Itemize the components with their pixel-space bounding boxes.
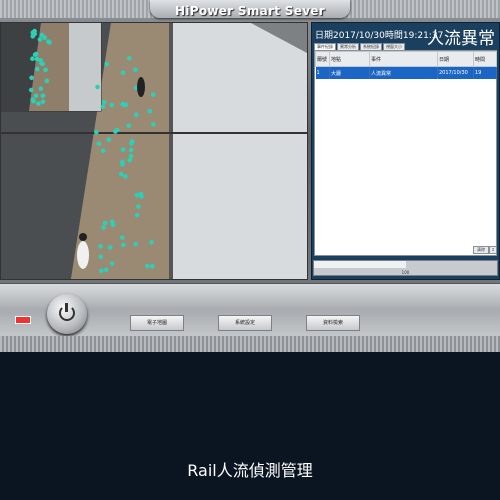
app-window: HiPower Smart Sever 日期2017/10/30時間19:21:…: [0, 0, 500, 352]
detection-dot: [30, 34, 36, 39]
detection-dot: [123, 174, 128, 179]
detection-dot: [40, 93, 46, 99]
minimize-icon[interactable]: [15, 316, 31, 324]
detection-dot: [32, 28, 37, 34]
cell-event: 人流異常: [369, 66, 438, 79]
detection-dot: [96, 141, 102, 146]
table-row[interactable]: 1 大廳 人流異常 2017/10/30 19: [315, 66, 497, 79]
detection-dot: [46, 39, 51, 44]
detection-dot: [98, 254, 104, 260]
event-table: 爾號 地點 事件 日期 時間 1 大廳 人流異常 2017/10/30 19 清…: [314, 50, 497, 256]
table-header: 爾號 地點 事件 日期 時間: [315, 51, 497, 67]
detection-dot: [40, 61, 45, 67]
detection-dot: [109, 102, 115, 108]
map-button[interactable]: 電子地圖: [130, 315, 184, 331]
panel-header: 日期2017/10/30時間19:21:37 人流異常: [312, 23, 499, 49]
detection-dot: [33, 93, 39, 99]
detection-dot: [100, 148, 106, 153]
detection-dot: [43, 67, 48, 73]
detection-dot: [42, 35, 47, 40]
bottom-strip: [0, 336, 500, 352]
power-icon: [59, 303, 75, 321]
progress-fill: [314, 261, 406, 268]
detection-dot: [128, 153, 134, 159]
col-header-time: 時間: [473, 51, 497, 67]
detection-dot: [102, 220, 108, 226]
detection-dot: [109, 261, 115, 266]
detection-dot: [108, 245, 113, 250]
detection-dot: [37, 37, 43, 42]
detection-dot: [28, 87, 34, 93]
detection-dot: [129, 139, 135, 144]
detection-dot: [133, 67, 138, 73]
datetime-label: 日期2017/10/30時間19:21:37: [315, 31, 444, 41]
settings-button[interactable]: 系統設定: [218, 315, 272, 331]
detection-dot: [30, 56, 35, 61]
detection-dot: [44, 78, 50, 84]
col-header-date: 日期: [437, 51, 474, 67]
detection-dot: [109, 219, 115, 224]
data-search-button[interactable]: 資料檢索: [306, 315, 360, 331]
progress-label: 100: [401, 270, 410, 275]
clear-button[interactable]: 清除: [473, 246, 489, 254]
detection-dot: [99, 268, 104, 274]
resize-handle[interactable]: ↕: [489, 246, 497, 254]
detection-dot: [121, 102, 127, 108]
col-header-location: 地點: [329, 51, 370, 67]
detection-dot: [31, 98, 36, 104]
detection-dot: [145, 263, 150, 269]
detection-dot: [133, 242, 138, 247]
detection-dot: [151, 92, 156, 97]
detection-dot: [118, 171, 124, 177]
detection-dot: [29, 75, 34, 81]
detection-dot: [94, 129, 99, 135]
progress-bar: 100: [313, 260, 498, 276]
detection-dot: [40, 99, 46, 104]
title-plate: HiPower Smart Sever: [150, 0, 350, 18]
detection-dot: [95, 84, 100, 90]
detection-dot: [134, 212, 140, 218]
camera-view: [0, 22, 308, 280]
detection-dot: [34, 66, 40, 72]
camera-feed: [1, 23, 307, 279]
detection-dot: [38, 86, 44, 91]
detection-dot: [120, 147, 126, 152]
cell-id: 1: [315, 66, 330, 79]
detection-dot: [151, 122, 156, 127]
detection-dot: [106, 137, 112, 142]
detection-dot: [134, 112, 139, 118]
detection-dot: [103, 267, 109, 273]
detection-dot: [36, 101, 41, 106]
cell-time: 19: [473, 66, 497, 79]
detection-dot: [149, 240, 154, 245]
detection-dot: [120, 159, 125, 165]
alarm-title: 人流異常: [427, 29, 495, 49]
cell-location: 大廳: [329, 66, 370, 79]
detection-dot: [32, 52, 38, 57]
detection-dot: [100, 104, 106, 109]
detection-dot: [136, 204, 141, 209]
window-title: HiPower Smart Sever: [175, 4, 325, 18]
detection-dot: [121, 242, 126, 248]
detection-dot: [127, 157, 132, 163]
detection-dot: [98, 244, 103, 249]
detection-dot: [147, 108, 153, 114]
power-button[interactable]: [47, 294, 87, 334]
detection-dot: [101, 100, 107, 105]
detection-dot: [101, 225, 106, 230]
detection-dot: [120, 70, 126, 76]
detection-dot: [104, 61, 109, 67]
caption: Rail人流偵測管理: [187, 461, 313, 480]
detection-dot: [126, 123, 132, 128]
event-panel: 日期2017/10/30時間19:21:37 人流異常 事件紀錄 異常分析 系統…: [311, 22, 500, 280]
col-header-event: 事件: [369, 51, 438, 67]
detection-dot: [150, 264, 155, 269]
detection-dot: [113, 129, 118, 134]
detection-dot: [138, 191, 144, 197]
detection-dot: [120, 235, 125, 240]
detection-dot: [128, 147, 134, 153]
cell-date: 2017/10/30: [437, 66, 474, 79]
detection-dot: [127, 56, 132, 61]
col-header-id: 爾號: [315, 51, 330, 67]
